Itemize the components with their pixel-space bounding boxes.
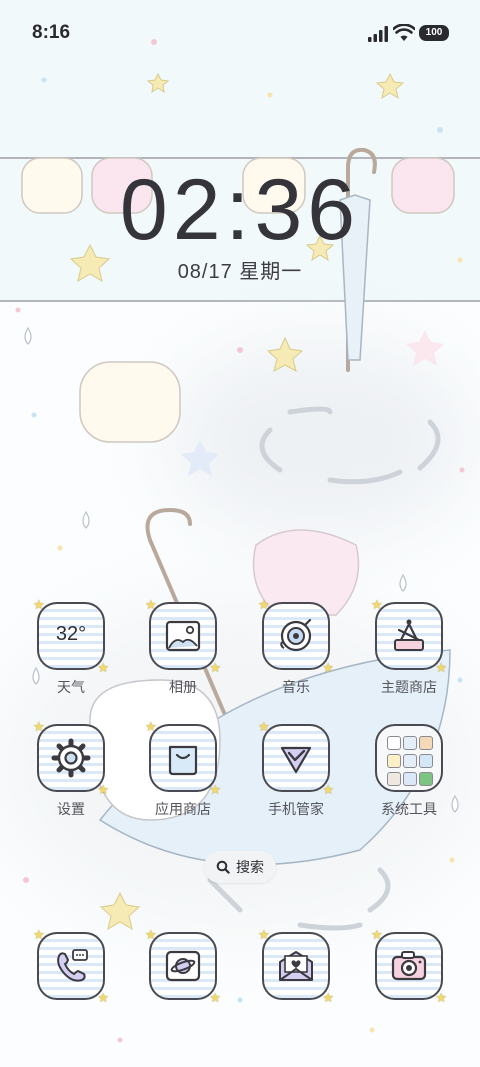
star-decoration-icon: ★ [371, 597, 383, 612]
wifi-icon [393, 24, 415, 41]
theme-store-brush-icon [394, 619, 424, 651]
app-label-gallery: 相册 [169, 679, 197, 695]
music-icon: ★ ★ [258, 598, 334, 674]
app-label-phone-manager: 手机管家 [268, 801, 324, 817]
app-store-bag-icon: ★ ★ [145, 720, 221, 796]
app-label-system-tools: 系统工具 [381, 801, 437, 817]
app-music[interactable]: ★ ★ 音乐 [246, 598, 346, 697]
camera-icon: ★ ★ [371, 928, 447, 1004]
music-disc-icon [280, 618, 312, 652]
star-decoration-icon: ★ [322, 660, 334, 675]
shopping-bag-icon [168, 745, 198, 776]
search-icon [216, 860, 230, 874]
star-decoration-icon: ★ [258, 597, 270, 612]
search-button[interactable]: 搜索 [204, 851, 276, 883]
star-decoration-icon: ★ [209, 782, 221, 797]
dock-camera[interactable]: ★ ★ [359, 928, 459, 1004]
star-decoration-icon: ★ [322, 990, 334, 1005]
messages-envelope-icon: ★ ★ [258, 928, 334, 1004]
wallpaper [0, 0, 480, 1067]
clock-separator: : [225, 162, 255, 258]
app-system-tools-folder[interactable]: 系统工具 [359, 724, 459, 819]
battery-icon: 100 [419, 25, 449, 41]
folder-grid [387, 736, 433, 786]
clock-hour: 02 [119, 162, 226, 258]
search-label: 搜索 [236, 859, 264, 875]
app-phone-manager[interactable]: ★ ★ 手机管家 [246, 720, 346, 819]
star-decoration-icon: ★ [371, 927, 383, 942]
status-bar: 8:16 100 [0, 0, 480, 66]
status-time: 8:16 [32, 22, 71, 43]
shield-check-icon [280, 746, 312, 774]
dock-phone[interactable]: ★ ★ [21, 928, 121, 1004]
star-decoration-icon: ★ [209, 990, 221, 1005]
star-decoration-icon: ★ [145, 927, 157, 942]
star-decoration-icon: ★ [33, 927, 45, 942]
weather-icon: ★ 32° ★ [33, 598, 109, 674]
app-theme-store[interactable]: ★ ★ 主题商店 [359, 598, 459, 697]
clock-minute: 36 [254, 162, 361, 258]
theme-store-icon: ★ ★ [371, 598, 447, 674]
app-gallery[interactable]: ★ ★ 相册 [133, 598, 233, 697]
star-decoration-icon: ★ [435, 990, 447, 1005]
star-decoration-icon: ★ [322, 782, 334, 797]
security-shield-icon: ★ ★ [258, 720, 334, 796]
star-decoration-icon: ★ [145, 719, 157, 734]
star-decoration-icon: ★ [97, 782, 109, 797]
dock-browser[interactable]: ★ ★ [133, 928, 233, 1004]
star-decoration-icon: ★ [33, 719, 45, 734]
date-label: 08/17 星期一 [177, 261, 303, 283]
weather-temperature: 32° [55, 623, 87, 645]
star-decoration-icon: ★ [97, 660, 109, 675]
phone-handset-icon [57, 949, 88, 982]
star-decoration-icon: ★ [33, 597, 45, 612]
star-decoration-icon: ★ [145, 597, 157, 612]
app-label-theme-store: 主题商店 [381, 679, 437, 695]
settings-gear-icon: ★ ★ [33, 720, 109, 796]
gallery-icon: ★ ★ [145, 598, 221, 674]
app-app-store[interactable]: ★ ★ 应用商店 [133, 720, 233, 819]
star-decoration-icon: ★ [258, 719, 270, 734]
app-settings[interactable]: ★ ★ 设置 [21, 720, 121, 819]
star-decoration-icon: ★ [435, 660, 447, 675]
gallery-picture-icon [165, 620, 201, 652]
app-label-app-store: 应用商店 [155, 801, 211, 817]
signal-icon [368, 26, 388, 42]
clock-widget[interactable]: 02:36 [0, 162, 480, 258]
wallpaper-illustration [15, 39, 465, 1043]
phone-icon: ★ ★ [33, 928, 109, 1004]
browser-planet-icon: ★ ★ [145, 928, 221, 1004]
star-decoration-icon: ★ [258, 927, 270, 942]
dock-messages[interactable]: ★ ★ [246, 928, 346, 1004]
planet-icon [165, 950, 201, 982]
app-weather[interactable]: ★ 32° ★ 天气 [21, 598, 121, 697]
app-label-music: 音乐 [282, 679, 310, 695]
star-decoration-icon: ★ [97, 990, 109, 1005]
app-label-settings: 设置 [57, 801, 85, 817]
envelope-heart-icon [279, 951, 313, 981]
gear-icon [51, 738, 91, 778]
camera-body-icon [391, 951, 427, 981]
star-decoration-icon: ★ [209, 660, 221, 675]
app-label-weather: 天气 [57, 679, 85, 695]
system-tools-folder-icon [375, 724, 443, 792]
